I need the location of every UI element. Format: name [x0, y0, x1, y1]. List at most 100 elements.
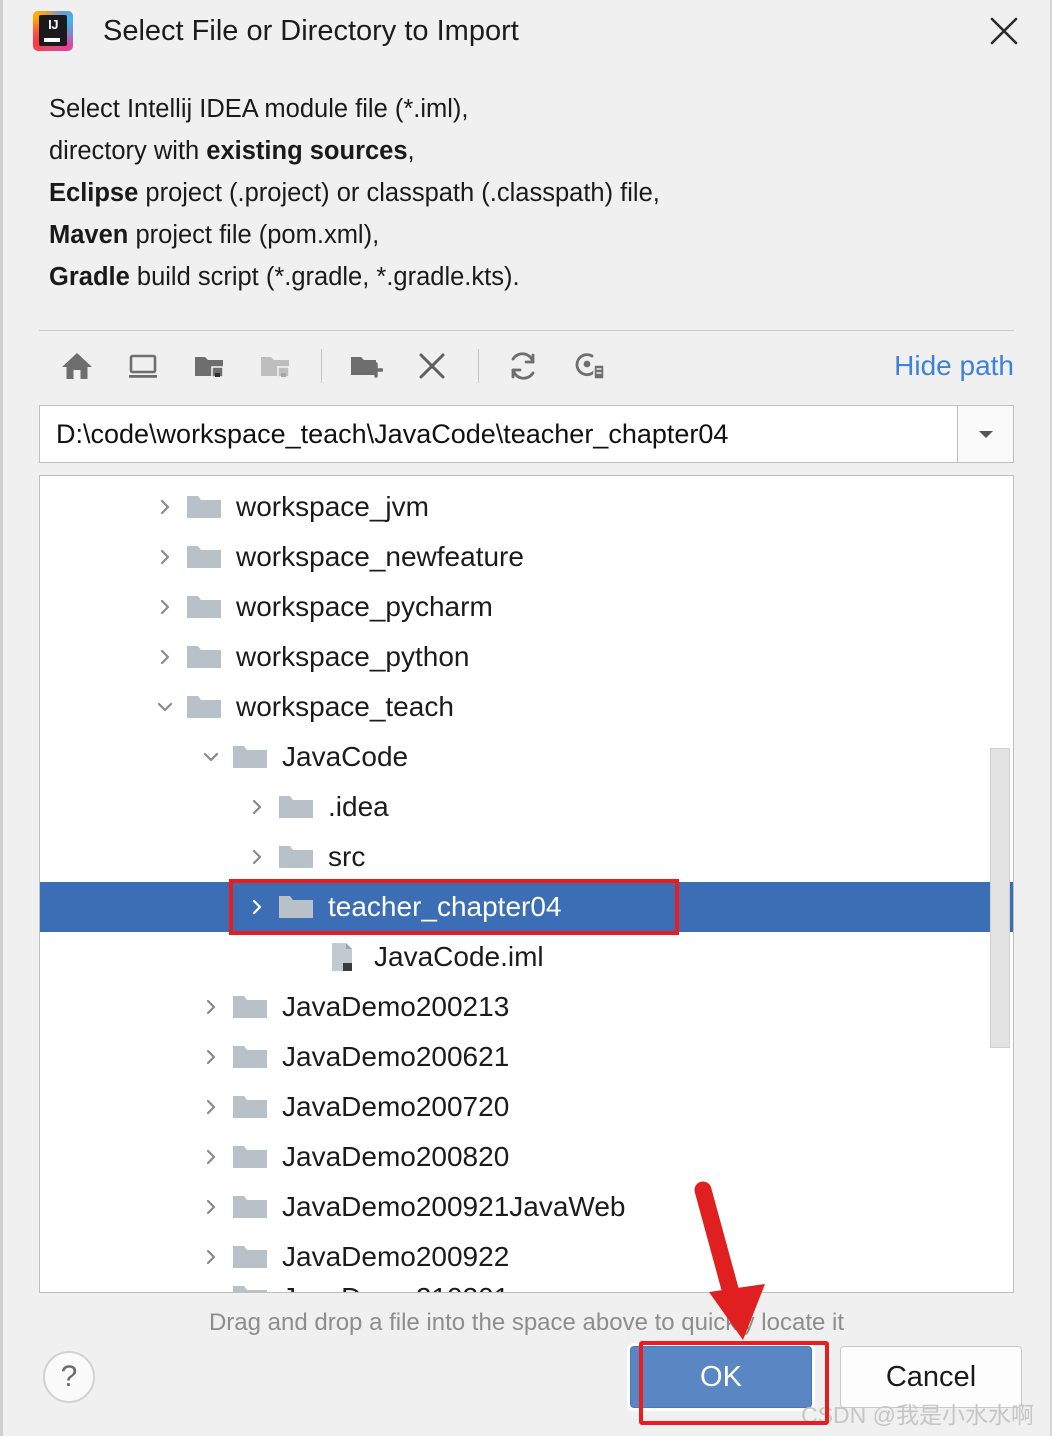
tree-row[interactable]: JavaDemo200922: [40, 1232, 1013, 1282]
file-chooser-toolbar: Hide path: [3, 331, 1050, 401]
folder-icon: [278, 892, 322, 922]
dialog-titlebar: Select File or Directory to Import: [3, 0, 1050, 62]
tree-row[interactable]: workspace_newfeature: [40, 532, 1013, 582]
iml-file-icon: [324, 941, 368, 973]
folder-icon: [186, 542, 230, 572]
project-folder-icon[interactable]: [183, 340, 235, 392]
description-line-2-suffix: ,: [407, 137, 415, 165]
tree-row[interactable]: JavaDemo200621: [40, 1032, 1013, 1082]
chevron-right-icon[interactable]: [190, 1036, 232, 1078]
description-line-2: directory with existing sources,: [49, 130, 1050, 172]
tree-row-label: JavaCode.iml: [374, 941, 544, 972]
description-line-2-bold: existing sources: [206, 137, 408, 165]
tree-row[interactable]: JavaCode: [40, 732, 1013, 782]
tree-row-label: workspace_newfeature: [236, 541, 524, 572]
description-line-5-rest: build script (*.gradle, *.gradle.kts).: [129, 263, 520, 291]
chevron-right-icon[interactable]: [144, 486, 186, 528]
dialog-footer: ? OK Cancel CSDN @我是小水水啊: [3, 1318, 1050, 1436]
tree-row-label: teacher_chapter04: [328, 891, 562, 922]
tree-row-label: JavaDemo200621: [282, 1041, 510, 1072]
file-tree[interactable]: workspace_jvm workspace_newfeatureworkspa…: [40, 476, 1013, 1292]
new-folder-icon[interactable]: [340, 340, 392, 392]
folder-icon: [232, 1092, 276, 1122]
home-icon[interactable]: [51, 340, 103, 392]
tree-row[interactable]: workspace_pycharm: [40, 582, 1013, 632]
tree-row-label: JavaCode: [282, 741, 409, 772]
folder-icon: [232, 1142, 276, 1172]
chevron-right-icon[interactable]: [190, 1086, 232, 1128]
refresh-icon[interactable]: [497, 340, 549, 392]
folder-icon: [278, 792, 322, 822]
chevron-right-icon[interactable]: [190, 1236, 232, 1278]
tree-row-label: JavaDemo200820: [282, 1141, 510, 1172]
chevron-down-icon[interactable]: [958, 405, 1014, 463]
path-input[interactable]: D:\code\workspace_teach\JavaCode\teacher…: [39, 405, 958, 463]
tree-row[interactable]: src: [40, 832, 1013, 882]
intellij-idea-logo-icon: [33, 11, 73, 51]
tree-row[interactable]: .idea: [40, 782, 1013, 832]
chevron-right-icon[interactable]: [236, 836, 278, 878]
chevron-down-icon[interactable]: [190, 736, 232, 778]
folder-icon: [278, 842, 322, 872]
hide-path-link[interactable]: Hide path: [894, 350, 1014, 382]
tree-row[interactable]: JavaDemo210201: [40, 1282, 1013, 1292]
chevron-right-icon[interactable]: [190, 1136, 232, 1178]
chevron-right-icon[interactable]: [144, 536, 186, 578]
show-hidden-files-icon[interactable]: [563, 340, 615, 392]
module-folder-icon: [249, 340, 301, 392]
description-line-4-rest: project file (pom.xml),: [128, 221, 380, 249]
import-dialog: Select File or Directory to Import Selec…: [0, 0, 1052, 1436]
folder-icon: [232, 1042, 276, 1072]
toolbar-divider-1: [321, 349, 322, 383]
tree-row[interactable]: JavaCode.iml: [40, 932, 1013, 982]
tree-row[interactable]: JavaDemo200820: [40, 1132, 1013, 1182]
tree-row[interactable]: JavaDemo200921JavaWeb: [40, 1182, 1013, 1232]
chevron-right-icon[interactable]: [144, 586, 186, 628]
desktop-icon[interactable]: [117, 340, 169, 392]
description-line-1: Select Intellij IDEA module file (*.iml)…: [49, 95, 469, 123]
file-tree-scrollbar[interactable]: [989, 478, 1011, 1290]
path-field-row: D:\code\workspace_teach\JavaCode\teacher…: [39, 405, 1014, 463]
tree-row[interactable]: workspace_python: [40, 632, 1013, 682]
folder-icon: [232, 1282, 276, 1292]
tree-row-label: .idea: [328, 791, 389, 822]
tree-row-label: JavaDemo210201: [282, 1282, 509, 1292]
tree-row[interactable]: workspace_jvm: [40, 482, 1013, 532]
tree-row-label: workspace_teach: [236, 691, 454, 722]
help-icon[interactable]: ?: [43, 1351, 95, 1403]
chevron-right-icon[interactable]: [190, 986, 232, 1028]
tree-row-label: JavaDemo200921JavaWeb: [282, 1191, 626, 1222]
scrollbar-thumb[interactable]: [990, 748, 1010, 1048]
chevron-right-icon[interactable]: [190, 1282, 232, 1292]
description-line-3-bold: Eclipse: [49, 179, 139, 207]
description-line-4: Maven project file (pom.xml),: [49, 214, 1050, 256]
close-icon[interactable]: [976, 6, 1032, 56]
dialog-description: Select Intellij IDEA module file (*.iml)…: [3, 62, 1050, 298]
description-line-5: Gradle build script (*.gradle, *.gradle.…: [49, 256, 1050, 298]
chevron-right-icon[interactable]: [190, 1186, 232, 1228]
folder-icon: [186, 642, 230, 672]
chevron-down-icon[interactable]: [144, 686, 186, 728]
tree-row[interactable]: JavaDemo200720: [40, 1082, 1013, 1132]
tree-row[interactable]: workspace_teach: [40, 682, 1013, 732]
ok-button[interactable]: OK: [630, 1346, 812, 1408]
description-line-5-bold: Gradle: [49, 263, 130, 291]
tree-row-label: JavaDemo200720: [282, 1091, 510, 1122]
folder-icon: [232, 1192, 276, 1222]
folder-icon: [232, 992, 276, 1022]
folder-icon: [232, 742, 276, 772]
csdn-watermark: CSDN @我是小水水啊: [801, 1402, 1034, 1428]
tree-row-label: JavaDemo200213: [282, 991, 510, 1022]
tree-row[interactable]: JavaDemo200213: [40, 982, 1013, 1032]
chevron-right-icon[interactable]: [236, 886, 278, 928]
description-line-2-prefix: directory with: [49, 137, 207, 165]
description-line-4-bold: Maven: [49, 221, 129, 249]
delete-icon[interactable]: [406, 340, 458, 392]
tree-row-selected[interactable]: teacher_chapter04: [40, 882, 1013, 932]
toolbar-divider-2: [478, 349, 479, 383]
description-line-3-rest: project (.project) or classpath (.classp…: [138, 179, 660, 207]
folder-icon: [232, 1242, 276, 1272]
chevron-right-icon[interactable]: [236, 786, 278, 828]
tree-row-label: workspace_pycharm: [236, 591, 493, 622]
chevron-right-icon[interactable]: [144, 636, 186, 678]
